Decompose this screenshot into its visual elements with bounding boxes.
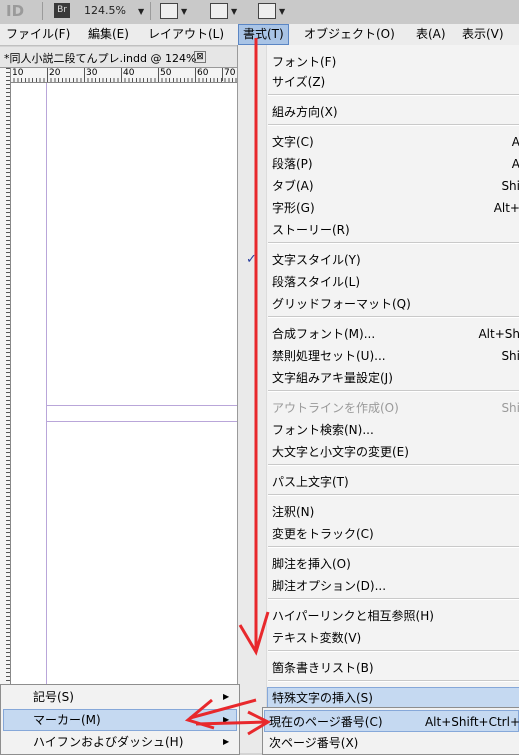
- chevron-down-icon[interactable]: ▼: [231, 7, 237, 16]
- menu-shortcut: Shi: [501, 401, 519, 415]
- menu-separator: [268, 598, 519, 600]
- menu-separator: [268, 494, 519, 496]
- page-canvas[interactable]: [11, 83, 238, 753]
- menu-view[interactable]: 表示(V): [458, 24, 508, 45]
- menu-icon-column: [238, 45, 267, 753]
- menu-separator: [268, 242, 519, 244]
- document-title: *同人小説二段てんプレ.indd @ 124%: [4, 52, 197, 65]
- ruler-number: 40: [121, 68, 134, 81]
- menu-object[interactable]: オブジェクト(O): [300, 24, 399, 45]
- menu-item-tabs[interactable]: タブ(A): [272, 176, 314, 196]
- menu-item-insert-special-character[interactable]: 特殊文字の挿入(S): [272, 688, 373, 708]
- menu-item-paragraph[interactable]: 段落(P): [272, 154, 313, 174]
- menu-shortcut: Shi: [501, 349, 519, 363]
- ruler-number: 20: [47, 68, 60, 81]
- zoom-level[interactable]: 124.5%: [84, 4, 126, 17]
- submenu-arrow-icon: ▶: [223, 737, 230, 746]
- menu-item-type-on-path[interactable]: パス上文字(T): [272, 472, 349, 492]
- menu-item-mojikumi-set[interactable]: 文字組みアキ量設定(J): [272, 368, 393, 388]
- menu-shortcut: A: [511, 135, 519, 149]
- menu-item-size[interactable]: サイズ(Z): [272, 72, 325, 92]
- menu-shortcut: Alt+Shift+Ctrl+: [424, 715, 519, 729]
- menu-separator: [268, 546, 519, 548]
- menu-item-insert-footnote[interactable]: 脚注を挿入(O): [272, 554, 351, 574]
- chevron-down-icon[interactable]: ▼: [181, 7, 187, 16]
- indesign-logo: ID: [6, 2, 25, 20]
- margin-guide: [46, 83, 47, 753]
- menu-item-footnote-options[interactable]: 脚注オプション(D)...: [272, 576, 386, 596]
- menu-item-notes[interactable]: 注釈(N): [272, 502, 314, 522]
- menu-item-bulleted-list[interactable]: 箇条書きリスト(B): [272, 658, 374, 678]
- horizontal-ruler[interactable]: 10 20 30 40 50 60 70: [10, 68, 238, 83]
- menu-item-kinsoku-set[interactable]: 禁則処理セット(U)...: [272, 346, 386, 366]
- submenu-item-next-page-number[interactable]: 次ページ番号(X): [269, 733, 358, 753]
- column-guide: [47, 405, 238, 406]
- chevron-down-icon[interactable]: ▼: [279, 7, 285, 16]
- screen-mode-icon[interactable]: [210, 3, 228, 19]
- column-guide: [47, 421, 238, 422]
- menu-item-hyperlinks-cross-references[interactable]: ハイパーリンクと相互参照(H): [272, 606, 434, 626]
- submenu-item-symbols[interactable]: 記号(S): [33, 687, 74, 707]
- submenu-arrow-icon: ▶: [223, 715, 230, 724]
- zoom-dropdown-icon[interactable]: ▼: [138, 7, 144, 16]
- toolbar-separator: [42, 2, 43, 20]
- menu-separator: [268, 94, 519, 96]
- type-menu-dropdown: フォント(F) サイズ(Z) 組み方向(X) 文字(C) A 段落(P) A タブ(A) Shi…: [237, 45, 519, 753]
- toolbar-separator: [150, 2, 151, 20]
- document-tab[interactable]: *同人小説二段てんプレ.indd @ 124% ⊠: [0, 47, 237, 68]
- menu-separator: [268, 124, 519, 126]
- submenu-item-current-page-number[interactable]: 現在のページ番号(C): [269, 712, 383, 732]
- menu-separator: [268, 680, 519, 682]
- menu-shortcut: A: [511, 157, 519, 171]
- ruler-number: 30: [84, 68, 97, 81]
- menu-item-create-outlines[interactable]: アウトラインを作成(O): [272, 398, 399, 418]
- vertical-ruler[interactable]: [0, 68, 11, 753]
- bridge-button[interactable]: Br: [54, 3, 70, 18]
- menu-item-character[interactable]: 文字(C): [272, 132, 314, 152]
- menu-separator: [268, 464, 519, 466]
- menu-item-text-variables[interactable]: テキスト変数(V): [272, 628, 361, 648]
- menu-item-paragraph-styles[interactable]: 段落スタイル(L): [272, 272, 360, 292]
- view-options-icon[interactable]: [160, 3, 178, 19]
- close-tab-icon[interactable]: ⊠: [194, 51, 206, 63]
- menu-layout[interactable]: レイアウト(L): [144, 24, 228, 45]
- menu-shortcut: Shi: [501, 179, 519, 193]
- menu-item-composite-font[interactable]: 合成フォント(M)...: [272, 324, 375, 344]
- menu-item-change-case[interactable]: 大文字と小文字の変更(E): [272, 442, 409, 462]
- menu-separator: [268, 390, 519, 392]
- menu-separator: [268, 650, 519, 652]
- menu-shortcut: Alt+: [493, 201, 519, 215]
- menu-item-track-changes[interactable]: 変更をトラック(C): [272, 524, 374, 544]
- menu-item-writing-direction[interactable]: 組み方向(X): [272, 102, 338, 122]
- menu-table[interactable]: 表(A): [412, 24, 450, 45]
- menu-separator: [268, 316, 519, 318]
- menu-shortcut: Alt+Sh: [478, 327, 519, 341]
- menu-type[interactable]: 書式(T): [238, 24, 289, 45]
- menu-edit[interactable]: 編集(E): [84, 24, 133, 45]
- arrange-documents-icon[interactable]: [258, 3, 276, 19]
- ruler-number: 10: [10, 68, 23, 81]
- menu-item-font[interactable]: フォント(F): [272, 52, 336, 72]
- menu-item-glyphs[interactable]: 字形(G): [272, 198, 315, 218]
- menu-item-story[interactable]: ストーリー(R): [272, 220, 350, 240]
- application-bar: ID Br 124.5% ▼ ▼ ▼ ▼: [0, 0, 519, 25]
- menu-item-character-styles[interactable]: 文字スタイル(Y): [272, 250, 361, 270]
- ruler-number: 60: [195, 68, 208, 81]
- menu-item-grid-format[interactable]: グリッドフォーマット(Q): [272, 294, 411, 314]
- insert-special-character-submenu: 記号(S) ▶ マーカー(M) ▶ ハイフンおよびダッシュ(H) ▶: [0, 684, 240, 755]
- submenu-item-markers[interactable]: マーカー(M): [33, 710, 101, 730]
- submenu-item-hyphens-dashes[interactable]: ハイフンおよびダッシュ(H): [33, 732, 183, 752]
- ruler-number: 50: [158, 68, 171, 81]
- checkmark-icon: ✓: [246, 252, 257, 267]
- menu-file[interactable]: ファイル(F): [2, 24, 74, 45]
- marker-submenu: 現在のページ番号(C) Alt+Shift+Ctrl+ 次ページ番号(X): [262, 707, 519, 755]
- menu-bar: ファイル(F) 編集(E) レイアウト(L) 書式(T) オブジェクト(O) 表…: [0, 24, 519, 46]
- menu-item-find-font[interactable]: フォント検索(N)...: [272, 420, 374, 440]
- ruler-number: 70: [222, 68, 235, 81]
- submenu-arrow-icon: ▶: [223, 692, 230, 701]
